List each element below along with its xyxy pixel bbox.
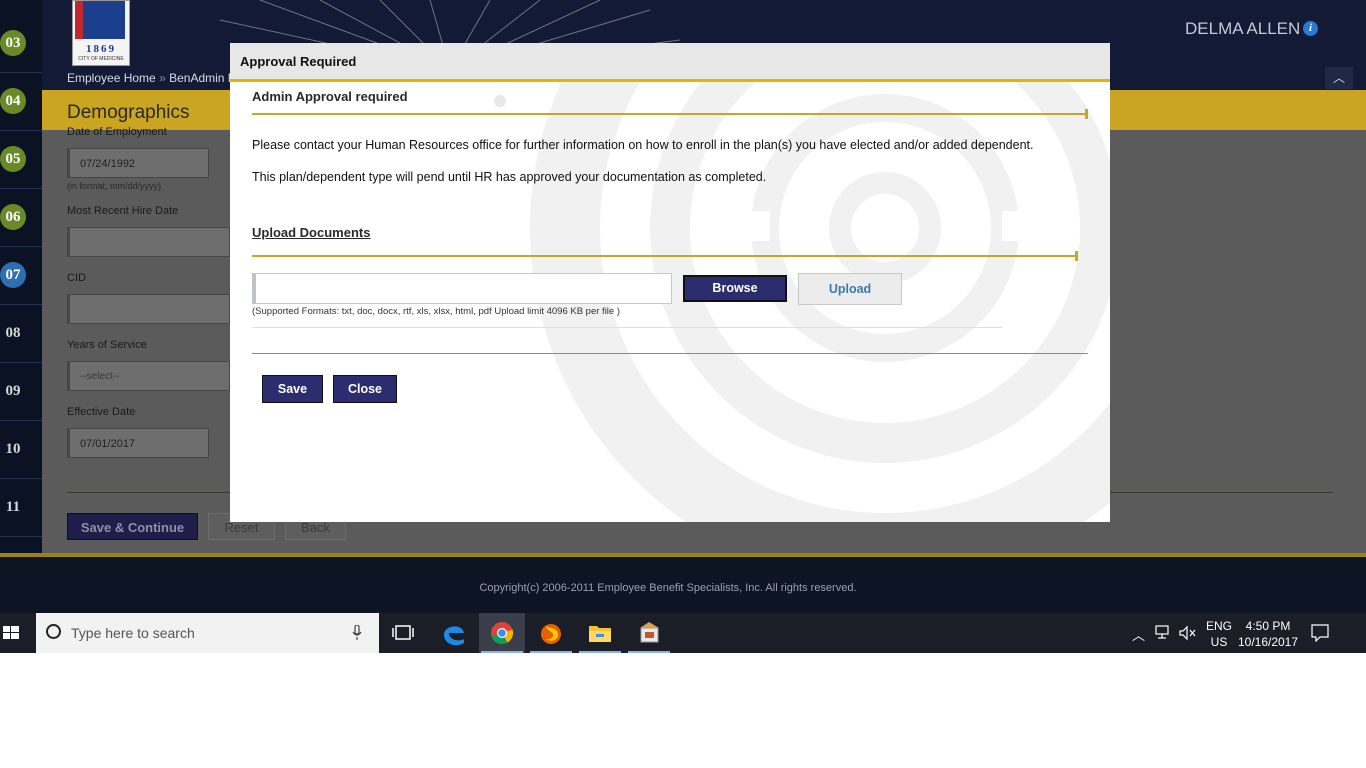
page-title: Demographics: [67, 102, 190, 123]
dialog-title: Approval Required: [240, 54, 357, 69]
effective-date-input[interactable]: 07/01/2017: [67, 428, 209, 458]
step-item[interactable]: 08: [0, 304, 42, 363]
chrome-icon: [491, 622, 514, 645]
step-number: 06: [0, 204, 26, 230]
upload-documents-heading: Upload Documents: [252, 225, 371, 240]
chrome-taskbar-button[interactable]: [479, 613, 525, 653]
upload-button[interactable]: Upload: [798, 273, 902, 305]
collapse-header-button[interactable]: ︿: [1325, 67, 1353, 89]
save-continue-button[interactable]: Save & Continue: [67, 513, 198, 540]
breadcrumb-separator: »: [159, 71, 166, 85]
contact-hr-message: Please contact your Human Resources offi…: [252, 138, 1034, 152]
step-number: 11: [5, 499, 21, 515]
running-indicator: [530, 651, 572, 653]
info-icon[interactable]: i: [1303, 21, 1318, 36]
dialog-header-accent: [230, 79, 1110, 82]
step-item[interactable]: 06: [0, 188, 42, 247]
step-rail: 03 04 05 06 07 08 09 10 11: [0, 0, 42, 553]
cid-input[interactable]: [67, 294, 230, 324]
step-number: 08: [5, 325, 21, 341]
copyright-text: Copyright(c) 2006-2011 Employee Benefit …: [479, 582, 857, 594]
employment-date-input[interactable]: 07/24/1992: [67, 148, 209, 178]
running-indicator: [579, 651, 621, 653]
chevron-up-icon: ︿: [1332, 71, 1345, 85]
show-hidden-icons-chevron-icon[interactable]: ︿: [1132, 625, 1145, 644]
cid-label: CID: [67, 272, 86, 284]
logo-year: 1869: [86, 43, 116, 55]
step-item-current[interactable]: 07: [0, 246, 42, 305]
app-icon: [640, 622, 659, 643]
breadcrumb-employee-home[interactable]: Employee Home: [67, 71, 156, 85]
network-icon[interactable]: [1155, 625, 1173, 641]
step-number: 09: [5, 383, 21, 399]
windows-logo-icon: [3, 626, 19, 639]
browse-button[interactable]: Browse: [683, 275, 787, 302]
step-number: 10: [5, 441, 21, 457]
breadcrumb: Employee Home » BenAdmin Em: [67, 71, 246, 85]
step-number: 07: [0, 262, 26, 288]
firefox-icon: [541, 624, 561, 644]
supported-formats-note: (Supported Formats: txt, doc, docx, rtf,…: [252, 306, 620, 317]
running-indicator: [628, 651, 670, 653]
task-view-icon: [392, 625, 414, 640]
approval-required-dialog: Approval Required Admin Approval require…: [230, 43, 1110, 522]
step-item[interactable]: 04: [0, 72, 42, 131]
admin-approval-heading: Admin Approval required: [252, 89, 408, 104]
save-button[interactable]: Save: [262, 375, 323, 403]
hire-date-input[interactable]: [67, 227, 230, 257]
close-button[interactable]: Close: [333, 375, 397, 403]
dialog-header: Approval Required: [230, 43, 1110, 79]
hire-date-label: Most Recent Hire Date: [67, 205, 179, 217]
search-placeholder: Type here to search: [71, 625, 195, 641]
volume-muted-icon[interactable]: [1179, 625, 1197, 641]
step-item[interactable]: 05: [0, 130, 42, 189]
step-item[interactable]: 10: [0, 420, 42, 479]
years-of-service-select[interactable]: --select--: [67, 361, 230, 391]
logo-city: CITY OF MEDICINE: [78, 56, 124, 62]
upload-section-divider: [252, 251, 1078, 261]
step-number: 05: [0, 146, 26, 172]
file-explorer-icon: [589, 626, 611, 642]
step-number: 03: [0, 30, 26, 56]
date-format-hint: (in format, mm/dd/yyyy): [67, 181, 162, 191]
step-item[interactable]: 11: [0, 478, 42, 537]
browser-viewport: 1869 CITY OF MEDICINE DELMA ALLEN i Empl…: [0, 0, 1366, 653]
pending-approval-message: This plan/dependent type will pend until…: [252, 170, 767, 184]
firefox-taskbar-button[interactable]: [528, 613, 574, 653]
dialog-footer-divider: [252, 353, 1088, 354]
input-language-indicator[interactable]: ENG US: [1206, 618, 1232, 650]
effective-date-label: Effective Date: [67, 406, 136, 418]
start-button[interactable]: [0, 613, 36, 653]
years-of-service-label: Years of Service: [67, 339, 147, 351]
app-taskbar-button[interactable]: [626, 613, 672, 653]
active-indicator: [481, 651, 523, 653]
edge-taskbar-button[interactable]: [431, 613, 477, 653]
section-divider: [252, 109, 1088, 119]
language-code: ENG: [1206, 619, 1233, 633]
clock-date: 10/16/2017: [1237, 635, 1299, 649]
windows-taskbar: Type here to search ︿ ENG US 4:50 PM 10/…: [0, 613, 1366, 653]
step-item[interactable]: 03: [0, 14, 42, 73]
region-code: US: [1210, 635, 1228, 649]
taskbar-search-box[interactable]: Type here to search: [36, 613, 379, 653]
task-view-button[interactable]: [380, 613, 426, 653]
clock-time: 4:50 PM: [1245, 619, 1291, 633]
file-path-input[interactable]: [252, 273, 672, 304]
user-name: DELMA ALLEN: [1185, 19, 1301, 38]
action-center-icon[interactable]: [1311, 624, 1329, 642]
microphone-icon[interactable]: [352, 625, 362, 641]
edge-icon: [444, 626, 464, 646]
step-number: 04: [0, 88, 26, 114]
cortana-icon: [46, 624, 61, 639]
file-explorer-taskbar-button[interactable]: [577, 613, 623, 653]
upload-divider: [252, 327, 1002, 328]
step-item[interactable]: 09: [0, 362, 42, 421]
system-clock[interactable]: 4:50 PM 10/16/2017: [1236, 618, 1300, 650]
city-logo[interactable]: 1869 CITY OF MEDICINE: [72, 0, 130, 66]
employment-date-label: Date of Employment: [67, 126, 167, 138]
